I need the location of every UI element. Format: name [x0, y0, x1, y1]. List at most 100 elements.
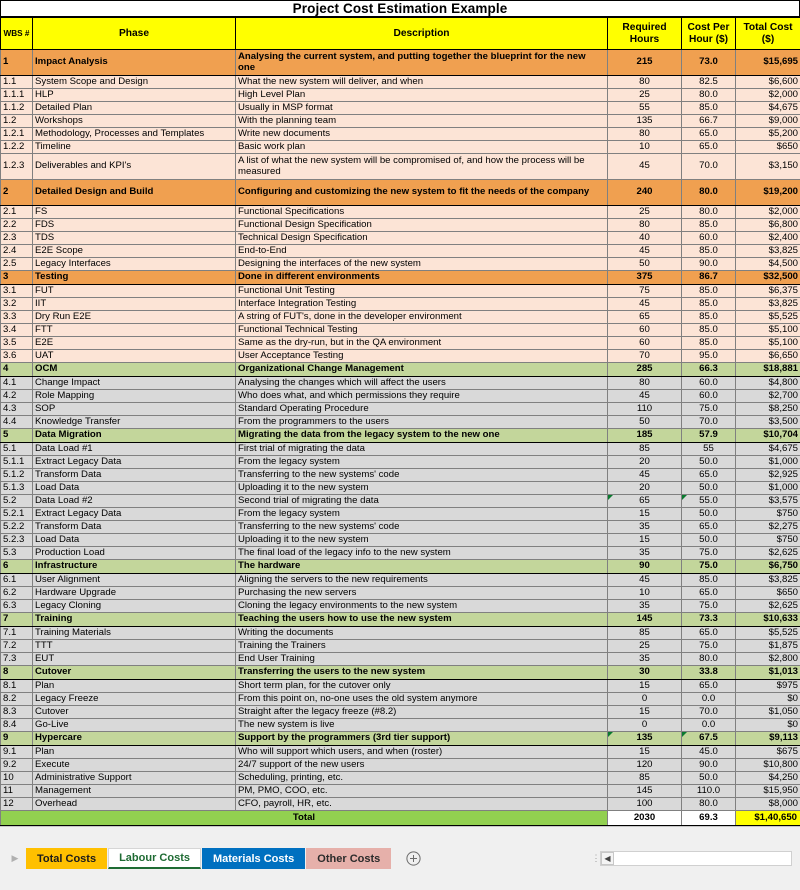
cell-phase[interactable]: UAT [32, 349, 236, 363]
cell-hours[interactable]: 0 [607, 718, 682, 732]
cell-hours[interactable]: 80 [607, 376, 682, 390]
cell-rate[interactable]: 75.0 [681, 402, 736, 416]
cell-description[interactable]: A string of FUT's, done in the developer… [235, 310, 608, 324]
cell-phase[interactable]: E2E [32, 336, 236, 350]
cell-hours[interactable]: 120 [607, 758, 682, 772]
cell-phase[interactable]: Load Data [32, 533, 236, 547]
cell-rate[interactable]: 85.0 [681, 310, 736, 324]
cell-wbs[interactable]: 3.2 [0, 297, 33, 311]
cell-wbs[interactable]: 6.1 [0, 573, 33, 587]
cell-hours[interactable]: 35 [607, 520, 682, 534]
cell-phase[interactable]: Role Mapping [32, 389, 236, 403]
cell-hours[interactable]: 85 [607, 442, 682, 456]
cell-total[interactable]: $3,825 [735, 297, 800, 311]
cell-wbs[interactable]: 6 [0, 559, 33, 574]
cell-phase[interactable]: Legacy Cloning [32, 599, 236, 613]
cell-hours[interactable]: 110 [607, 402, 682, 416]
cell-phase[interactable]: Go-Live [32, 718, 236, 732]
cell-description[interactable]: Standard Operating Procedure [235, 402, 608, 416]
cell-hours[interactable]: 80 [607, 75, 682, 89]
cell-description[interactable]: Transferring to the new systems' code [235, 520, 608, 534]
cell-hours[interactable]: 45 [607, 153, 682, 180]
cell-phase[interactable]: Deliverables and KPI's [32, 153, 236, 180]
cell-description[interactable]: Uploading it to the new system [235, 533, 608, 547]
cell-rate[interactable]: 50.0 [681, 507, 736, 521]
cell-total[interactable]: $4,675 [735, 101, 800, 115]
cell-phase[interactable]: Execute [32, 758, 236, 772]
cell-hours[interactable]: 25 [607, 88, 682, 102]
cell-hours[interactable]: 70 [607, 349, 682, 363]
cell-rate[interactable]: 65.0 [681, 520, 736, 534]
cell-total[interactable]: $3,150 [735, 153, 800, 180]
cell-phase[interactable]: Load Data [32, 481, 236, 495]
cell-wbs[interactable]: 3 [0, 270, 33, 285]
cell-hours[interactable]: 375 [607, 270, 682, 285]
cell-rate[interactable]: 85.0 [681, 244, 736, 258]
cell-rate[interactable]: 65.0 [681, 127, 736, 141]
cell-hours[interactable]: 45 [607, 389, 682, 403]
cell-phase[interactable]: Administrative Support [32, 771, 236, 785]
cell-description[interactable]: From the programmers to the users [235, 415, 608, 429]
cell-hours[interactable]: 45 [607, 468, 682, 482]
cell-description[interactable]: Purchasing the new servers [235, 586, 608, 600]
cell-phase[interactable]: HLP [32, 88, 236, 102]
cell-wbs[interactable]: 8.2 [0, 692, 33, 706]
cell-hours[interactable]: 35 [607, 546, 682, 560]
cell-wbs[interactable]: 6.2 [0, 586, 33, 600]
cell-total[interactable]: $15,695 [735, 49, 800, 76]
cell-rate[interactable]: 80.0 [681, 205, 736, 219]
cell-phase[interactable]: FS [32, 205, 236, 219]
cell-wbs[interactable]: 6.3 [0, 599, 33, 613]
cell-phase[interactable]: OCM [32, 362, 236, 377]
cell-phase[interactable]: FTT [32, 323, 236, 337]
cell-phase[interactable]: Infrastructure [32, 559, 236, 574]
cell-phase[interactable]: Testing [32, 270, 236, 285]
cell-description[interactable]: High Level Plan [235, 88, 608, 102]
cell-total[interactable]: $9,000 [735, 114, 800, 128]
cell-description[interactable]: Functional Design Specification [235, 218, 608, 232]
cell-total[interactable]: $650 [735, 140, 800, 154]
horizontal-scrollbar[interactable]: ◀ [600, 851, 792, 866]
cell-description[interactable]: CFO, payroll, HR, etc. [235, 797, 608, 811]
cell-wbs[interactable]: 5.1.3 [0, 481, 33, 495]
cell-description[interactable]: Support by the programmers (3rd tier sup… [235, 731, 608, 746]
cell-wbs[interactable]: 3.4 [0, 323, 33, 337]
cell-wbs[interactable]: 5.3 [0, 546, 33, 560]
cell-rate[interactable]: 85.0 [681, 336, 736, 350]
cell-hours[interactable]: 25 [607, 205, 682, 219]
grand-total-hours[interactable]: 2030 [607, 810, 682, 826]
cell-total[interactable]: $6,800 [735, 218, 800, 232]
cell-wbs[interactable]: 8 [0, 665, 33, 680]
cell-total[interactable]: $675 [735, 745, 800, 759]
cell-wbs[interactable]: 1 [0, 49, 33, 76]
cell-wbs[interactable]: 5.2.2 [0, 520, 33, 534]
cell-rate[interactable]: 65.0 [681, 679, 736, 693]
cell-phase[interactable]: Timeline [32, 140, 236, 154]
cell-description[interactable]: The hardware [235, 559, 608, 574]
cell-rate[interactable]: 0.0 [681, 692, 736, 706]
cell-phase[interactable]: Data Load #2 [32, 494, 236, 508]
cell-rate[interactable]: 50.0 [681, 771, 736, 785]
cell-phase[interactable]: Extract Legacy Data [32, 507, 236, 521]
cell-wbs[interactable]: 5.1.1 [0, 455, 33, 469]
cell-total[interactable]: $4,675 [735, 442, 800, 456]
cell-total[interactable]: $750 [735, 507, 800, 521]
cell-total[interactable]: $2,800 [735, 652, 800, 666]
cell-description[interactable]: Migrating the data from the legacy syste… [235, 428, 608, 443]
cell-description[interactable]: Straight after the legacy freeze (#8.2) [235, 705, 608, 719]
cell-rate[interactable]: 57.9 [681, 428, 736, 443]
cell-description[interactable]: Configuring and customizing the new syst… [235, 179, 608, 206]
cell-hours[interactable]: 215 [607, 49, 682, 76]
cell-description[interactable]: Second trial of migrating the data [235, 494, 608, 508]
cell-phase[interactable]: IIT [32, 297, 236, 311]
cell-rate[interactable]: 85.0 [681, 323, 736, 337]
cell-wbs[interactable]: 8.3 [0, 705, 33, 719]
cell-wbs[interactable]: 1.1.1 [0, 88, 33, 102]
cell-total[interactable]: $2,400 [735, 231, 800, 245]
cell-phase[interactable]: Detailed Plan [32, 101, 236, 115]
cell-wbs[interactable]: 8.1 [0, 679, 33, 693]
cell-wbs[interactable]: 3.1 [0, 284, 33, 298]
cell-phase[interactable]: Transform Data [32, 520, 236, 534]
cell-description[interactable]: With the planning team [235, 114, 608, 128]
cell-hours[interactable]: 145 [607, 612, 682, 627]
